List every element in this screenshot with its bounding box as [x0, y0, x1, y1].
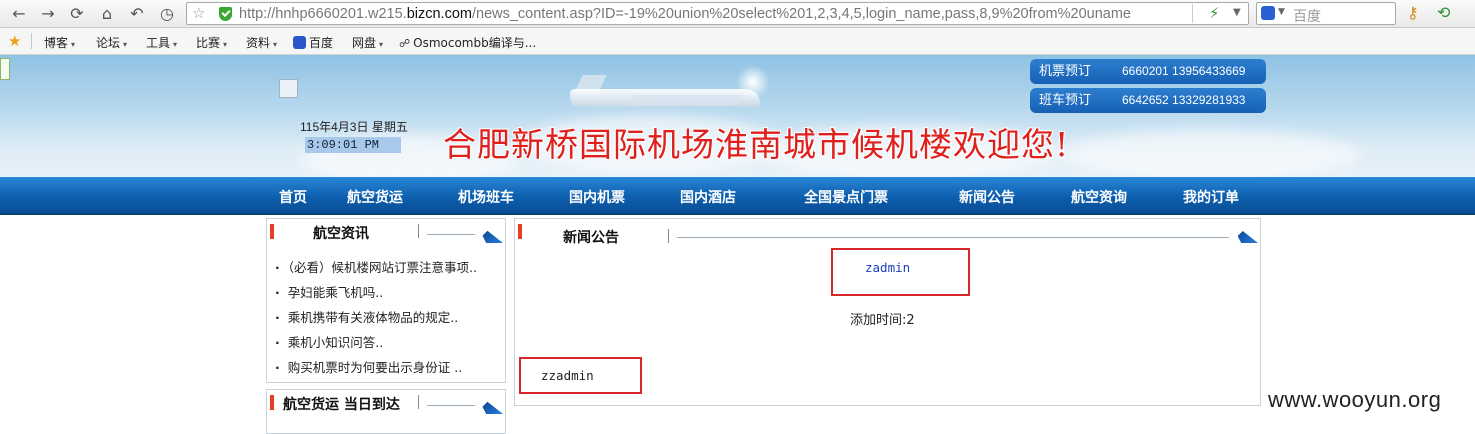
url-text[interactable]: http://hnhp6660201.w215.bizcn.com/news_c…: [239, 6, 1131, 22]
back-icon[interactable]: ←: [8, 3, 30, 25]
list-item[interactable]: 乘机小知识问答..: [275, 332, 477, 357]
corner-arrow-icon: [1230, 221, 1258, 243]
link-icon: ☍: [399, 37, 411, 50]
highlight-frame-title: [831, 248, 970, 296]
forward-icon[interactable]: →: [37, 3, 59, 25]
highlight-frame-content: [519, 357, 642, 394]
url-dropdown-icon[interactable]: ▼: [1233, 7, 1241, 18]
home-icon[interactable]: ⌂: [96, 3, 118, 25]
shuttle-booking-contact: 班车预订 6642652 13329281933: [1030, 88, 1266, 113]
air-cargo-panel: 航空货运 当日到达: [266, 389, 506, 434]
header-marker: [518, 224, 522, 239]
live-clock: 3:09:01 PM: [305, 137, 401, 153]
bookmarks-bar: ★ 博客 ▾ 论坛 ▾ 工具 ▾ 比赛 ▾ 资料 ▾ 百度 网盘 ▾ ☍ Osmocombb编…: [0, 28, 1475, 55]
contact-label: 班车预订: [1039, 93, 1092, 108]
header-divider: [668, 229, 669, 243]
secure-shield-icon: [219, 7, 232, 21]
watermark: www.wooyun.org: [1268, 387, 1442, 412]
extension-icon[interactable]: ⟲: [1437, 3, 1450, 22]
contact-number: 6642652 13329281933: [1122, 93, 1246, 107]
header-divider: [418, 224, 419, 238]
nav-home[interactable]: 首页: [279, 187, 307, 207]
bookmark-osmocombb[interactable]: ☍ Osmocombb编译与...: [399, 34, 536, 51]
header-divider: [418, 395, 419, 409]
contact-label: 机票预订: [1039, 64, 1092, 79]
compat-mode-icon[interactable]: ⚡: [1209, 4, 1220, 22]
header-marker: [270, 395, 274, 410]
refresh-icon[interactable]: ⟳: [66, 3, 88, 25]
search-input[interactable]: 百度: [1293, 6, 1321, 26]
key-icon[interactable]: ⚷: [1407, 3, 1419, 22]
search-engine-icon[interactable]: [1261, 6, 1275, 20]
header-rule: [427, 405, 475, 406]
baidu-paw-icon: [293, 36, 306, 49]
nav-scenic-tickets[interactable]: 全国景点门票: [804, 187, 888, 207]
corner-arrow-icon: [475, 221, 503, 243]
panel-header: 航空货运 当日到达: [267, 390, 505, 418]
contact-number: 6660201 13956433669: [1122, 64, 1246, 78]
undo-icon[interactable]: ↶: [126, 3, 148, 25]
browser-toolbar: ← → ⟳ ⌂ ↶ ◷ ☆ http://hnhp6660201.w215.bi…: [0, 0, 1475, 28]
panel-header: 航空资讯: [267, 219, 505, 247]
ticket-booking-contact: 机票预订 6660201 13956433669: [1030, 59, 1266, 84]
bookmark-netdisk[interactable]: 网盘 ▾: [352, 34, 383, 51]
url-divider: [1192, 4, 1193, 23]
nav-domestic-hotels[interactable]: 国内酒店: [680, 187, 736, 207]
list-item[interactable]: 乘机携带有关液体物品的规定..: [275, 307, 477, 332]
nav-my-orders[interactable]: 我的订单: [1183, 187, 1239, 207]
publish-time: 添加时间:2: [850, 313, 915, 328]
bookmark-baidu[interactable]: 百度: [293, 34, 333, 51]
history-clock-icon[interactable]: ◷: [156, 3, 178, 25]
nav-airport-shuttle[interactable]: 机场班车: [458, 187, 514, 207]
list-item[interactable]: 孕妇能乘飞机吗..: [275, 282, 477, 307]
nav-air-cargo[interactable]: 航空货运: [347, 187, 403, 207]
panel-title: 航空货运 当日到达: [283, 397, 400, 413]
header-marker: [270, 224, 274, 239]
cloud: [1060, 130, 1360, 177]
aviation-news-panel: 航空资讯 （必看）候机楼网站订票注意事项.. 孕妇能乘飞机吗.. 乘机携带有关液…: [266, 218, 506, 383]
main-nav: 首页 航空货运 机场班车 国内机票 国内酒店 全国景点门票 新闻公告 航空资询 …: [0, 177, 1475, 215]
nav-news[interactable]: 新闻公告: [959, 187, 1015, 207]
nav-aviation-info[interactable]: 航空资询: [1071, 187, 1127, 207]
list-item[interactable]: （必看）候机楼网站订票注意事项..: [275, 257, 477, 282]
broken-image-icon: [279, 79, 298, 98]
address-bar[interactable]: ☆ http://hnhp6660201.w215.bizcn.com/news…: [186, 2, 1249, 25]
bookmark-separator: [31, 33, 32, 49]
panel-header: 新闻公告: [515, 219, 1260, 247]
bookmark-resources[interactable]: 资料 ▾: [246, 34, 277, 51]
aviation-news-list: （必看）候机楼网站订票注意事项.. 孕妇能乘飞机吗.. 乘机携带有关液体物品的规…: [275, 257, 477, 382]
nav-domestic-flights[interactable]: 国内机票: [569, 187, 625, 207]
airplane-wing: [626, 95, 744, 105]
bookmark-star-icon[interactable]: ☆: [192, 4, 205, 22]
welcome-headline: 合肥新桥国际机场淮南城市候机楼欢迎您!: [443, 125, 1070, 164]
header-rule: [677, 237, 1229, 238]
panel-title: 新闻公告: [563, 230, 619, 246]
favorites-star-icon[interactable]: ★: [8, 32, 21, 50]
corner-arrow-icon: [475, 392, 503, 414]
header-rule: [427, 234, 475, 235]
bookmark-contest[interactable]: 比赛 ▾: [196, 34, 227, 51]
bookmark-tools[interactable]: 工具 ▾: [146, 34, 177, 51]
engine-dropdown-icon[interactable]: ▼: [1278, 7, 1285, 17]
search-box[interactable]: ▼ 百度: [1256, 2, 1396, 25]
list-item[interactable]: 购买机票时为何要出示身份证 ..: [275, 357, 477, 382]
sparkle-light: [736, 65, 770, 99]
current-date: 115年4月3日 星期五: [300, 120, 408, 134]
bookmark-forum[interactable]: 论坛 ▾: [96, 34, 127, 51]
panel-title: 航空资讯: [313, 226, 369, 242]
bookmark-blog[interactable]: 博客 ▾: [44, 34, 75, 51]
page-edge-marker: [0, 58, 10, 80]
site-banner: 115年4月3日 星期五 3:09:01 PM 合肥新桥国际机场淮南城市候机楼欢…: [0, 55, 1475, 177]
